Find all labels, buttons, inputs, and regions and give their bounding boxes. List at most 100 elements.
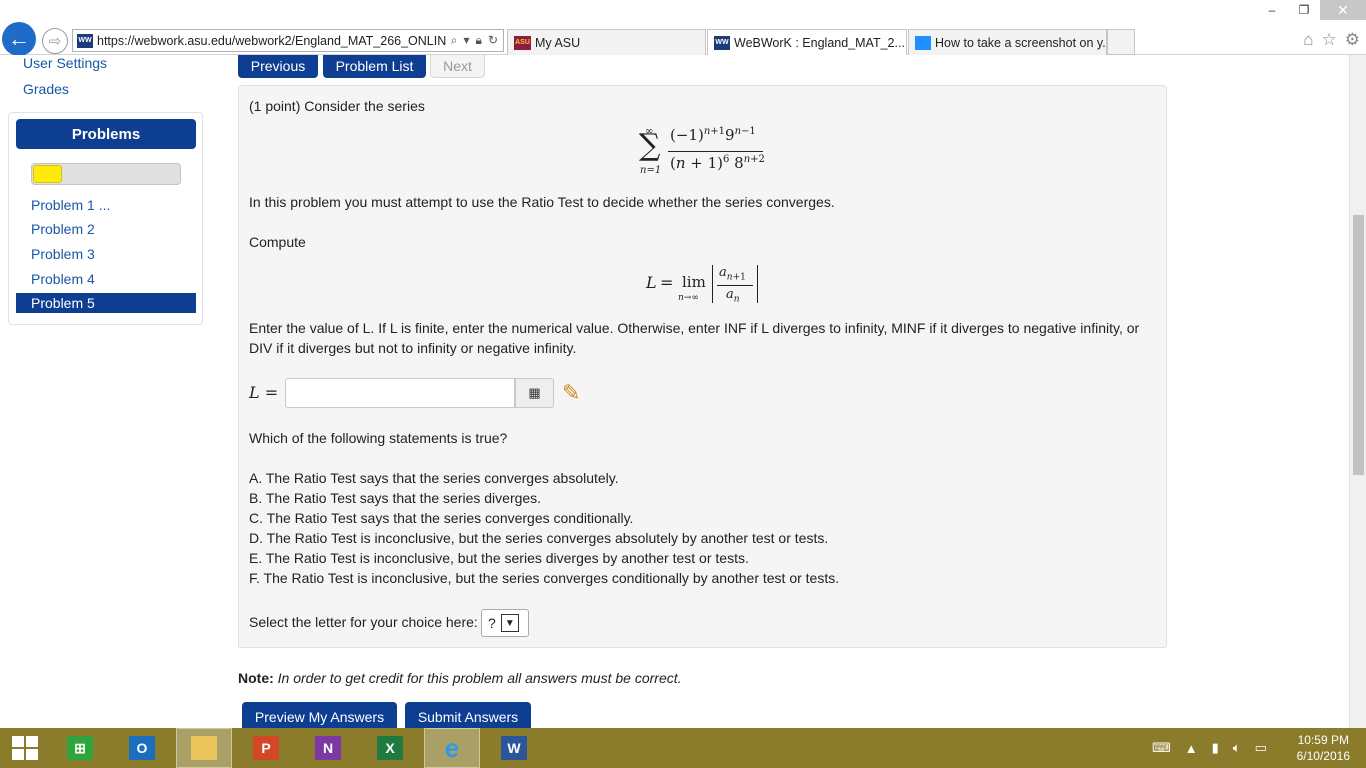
tab-webwork[interactable]: WW WeBWorK : England_MAT_2... ✕	[707, 29, 907, 55]
choice-select[interactable]: ? ▼	[481, 609, 529, 637]
problem-list-button[interactable]: Problem List	[323, 55, 426, 78]
restore-button[interactable]: ❐	[1288, 0, 1320, 20]
preview-answers-button[interactable]: Preview My Answers	[242, 702, 397, 728]
keypad-icon: ▦	[528, 385, 541, 400]
ratio-test-instruction: In this problem you must attempt to use …	[249, 194, 835, 210]
clock[interactable]: 10:59 PM 6/10/2016	[1297, 732, 1350, 764]
powerpoint-icon: P	[253, 736, 279, 760]
address-bar[interactable]: WW https://webwork.asu.edu/webwork2/Engl…	[72, 29, 504, 52]
outlook-icon: O	[129, 736, 155, 760]
word-icon: W	[501, 736, 527, 760]
show-hidden-icons-icon[interactable]: ▲	[1185, 741, 1198, 756]
dropdown-icon[interactable]: ▾	[464, 33, 470, 48]
note: Note: In order to get credit for this pr…	[238, 670, 682, 686]
pencil-icon[interactable]: ✎	[562, 380, 580, 406]
taskbar-store[interactable]: ⊞	[52, 728, 108, 768]
volume-icon[interactable]: 🔈︎	[1233, 740, 1241, 756]
progress-bar	[31, 163, 181, 185]
previous-button[interactable]: Previous	[238, 55, 318, 78]
clock-date: 6/10/2016	[1296, 749, 1350, 763]
choice-f: F. The Ratio Test is inconclusive, but t…	[249, 570, 840, 586]
tab-label: WeBWorK : England_MAT_2...	[734, 35, 905, 50]
sidebar-item-problem-5[interactable]: Problem 5	[16, 293, 196, 313]
asu-favicon-icon: ASU	[514, 35, 531, 50]
taskbar-onenote[interactable]: N	[300, 728, 356, 768]
choice-e: E. The Ratio Test is inconclusive, but t…	[249, 550, 749, 566]
address-url[interactable]: https://webwork.asu.edu/webwork2/England…	[97, 34, 446, 48]
choice-c: C. The Ratio Test says that the series c…	[249, 510, 634, 526]
sidebar-item-problem-2[interactable]: Problem 2	[31, 221, 95, 237]
sidebar-item-problem-1[interactable]: Problem 1 ...	[31, 197, 110, 213]
note-text: In order to get credit for this problem …	[277, 670, 682, 686]
internet-explorer-icon: e	[444, 732, 460, 763]
scrollbar-thumb[interactable]	[1353, 215, 1364, 475]
compute-label: Compute	[249, 234, 306, 250]
instruction-line-2: DIV if it diverges but not to infinity o…	[249, 340, 577, 356]
limit-formula: L = lim n→∞ an+1 an	[646, 261, 766, 306]
home-icon[interactable]: ⌂	[1303, 30, 1313, 50]
submit-answers-button[interactable]: Submit Answers	[405, 702, 531, 728]
start-button[interactable]	[0, 728, 50, 768]
arrow-left-icon: ←	[8, 26, 30, 51]
grades-link[interactable]: Grades	[23, 81, 69, 97]
taskbar: ⊞ O P N X e W ⌨ ▲ ▮ 🔈︎ ▭ 10:59 PM 6/10/2…	[0, 728, 1366, 768]
folder-icon	[191, 736, 217, 760]
next-button[interactable]: Next	[430, 55, 485, 78]
tab-my-asu[interactable]: ASU My ASU	[507, 29, 706, 55]
new-tab-button[interactable]	[1107, 29, 1135, 55]
minimize-button[interactable]: ‒	[1256, 0, 1288, 20]
equation-editor-button[interactable]: ▦	[515, 378, 554, 408]
taskbar-word[interactable]: W	[486, 728, 542, 768]
taskbar-internet-explorer[interactable]: e	[424, 728, 480, 768]
series-numerator: (−1)n+19n−1	[670, 126, 756, 144]
excel-icon: X	[377, 736, 403, 760]
user-settings-link[interactable]: User Settings	[23, 55, 107, 71]
select-prompt: Select the letter for your choice here:	[249, 614, 478, 630]
sum-lower-limit: n=1	[640, 165, 662, 176]
taskbar-powerpoint[interactable]: P	[238, 728, 294, 768]
sigma-symbol: ∑	[639, 128, 661, 163]
back-button[interactable]: ←	[2, 22, 36, 56]
problems-title: Problems	[16, 119, 196, 149]
windows-favicon-icon	[915, 35, 931, 50]
answer-L-input[interactable]	[285, 378, 515, 408]
store-icon: ⊞	[67, 736, 93, 760]
close-button[interactable]: ✕	[1320, 0, 1366, 20]
note-label: Note:	[238, 670, 274, 686]
taskbar-file-explorer[interactable]	[176, 728, 232, 768]
series-denominator: (n + 1)6 8n+2	[670, 154, 765, 172]
choice-a: A. The Ratio Test says that the series c…	[249, 470, 619, 486]
keyboard-icon[interactable]: ⌨	[1152, 740, 1171, 756]
tab-screenshot-howto[interactable]: How to take a screenshot on y...	[908, 29, 1107, 55]
problems-panel: Problems Problem 1 ... Problem 2 Problem…	[8, 112, 203, 325]
gear-icon[interactable]: ⚙	[1345, 30, 1360, 50]
webwork-favicon-icon: WW	[77, 33, 93, 48]
answer-label: L =	[249, 383, 279, 402]
taskbar-excel[interactable]: X	[362, 728, 418, 768]
problem-intro: (1 point) Consider the series	[249, 98, 425, 114]
taskbar-outlook[interactable]: O	[114, 728, 170, 768]
choice-d: D. The Ratio Test is inconclusive, but t…	[249, 530, 829, 546]
window-controls: ‒ ❐ ✕	[1256, 0, 1366, 20]
tab-label: How to take a screenshot on y...	[935, 35, 1107, 50]
instruction-line-1: Enter the value of L. If L is finite, en…	[249, 320, 1140, 336]
browser-chrome: ‒ ❐ ✕ ← ⇨ WW https://webwork.asu.edu/web…	[0, 0, 1366, 56]
refresh-icon[interactable]: ↻	[488, 33, 498, 48]
windows-start-icon	[12, 736, 38, 760]
chevron-down-icon: ▼	[500, 614, 519, 632]
network-signal-icon[interactable]: ▮	[1212, 740, 1219, 756]
onenote-icon: N	[315, 736, 341, 760]
forward-button[interactable]: ⇨	[42, 28, 68, 54]
vertical-scrollbar[interactable]	[1349, 55, 1366, 728]
sidebar-item-problem-3[interactable]: Problem 3	[31, 246, 95, 262]
problem-box: (1 point) Consider the series ∞ ∑ n=1 (−…	[238, 85, 1167, 648]
webwork-favicon-icon: WW	[714, 35, 730, 50]
sidebar-item-problem-4[interactable]: Problem 4	[31, 271, 95, 287]
clock-time: 10:59 PM	[1297, 733, 1349, 747]
search-icon[interactable]: ⌕	[451, 33, 458, 48]
tab-label: My ASU	[535, 35, 581, 50]
lock-icon[interactable]: 🔒︎	[476, 33, 482, 48]
notification-icon[interactable]: ▭	[1255, 740, 1267, 756]
series-formula: ∞ ∑ n=1 (−1)n+19n−1 (n + 1)6 8n+2	[639, 124, 774, 179]
star-icon[interactable]: ☆	[1322, 30, 1337, 50]
